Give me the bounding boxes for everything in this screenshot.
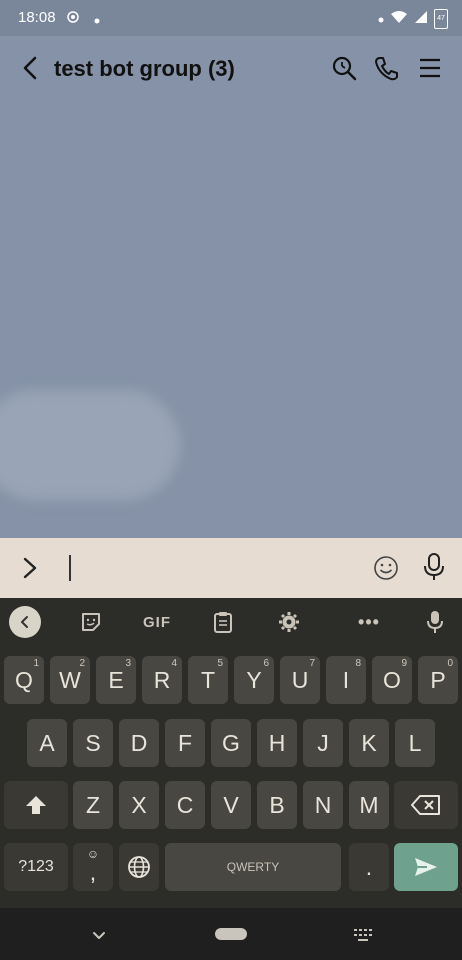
chat-message-area[interactable]: [0, 100, 462, 538]
keyboard-toolbar: GIF •••: [0, 598, 462, 646]
more-options-button[interactable]: •••: [354, 608, 384, 636]
home-pill[interactable]: [215, 928, 247, 940]
signal-icon: [414, 10, 428, 29]
language-key[interactable]: [119, 843, 159, 891]
background-cloud-decoration: [0, 390, 180, 500]
key-u[interactable]: U7: [280, 656, 320, 704]
expand-menu-icon[interactable]: [16, 554, 44, 582]
clipboard-icon[interactable]: [208, 608, 238, 636]
wifi-icon: [390, 10, 408, 29]
comma-label: ,: [89, 858, 97, 885]
search-icon[interactable]: [330, 54, 358, 82]
globe-icon: [128, 856, 150, 878]
key-p[interactable]: P0: [418, 656, 458, 704]
sticker-icon[interactable]: [76, 608, 106, 636]
key-m[interactable]: M: [349, 781, 389, 829]
backspace-key[interactable]: [394, 781, 458, 829]
shift-key[interactable]: [4, 781, 68, 829]
key-k[interactable]: K: [349, 719, 389, 767]
keyboard-switcher-icon[interactable]: [352, 924, 374, 946]
comma-key[interactable]: ☺ ,: [73, 843, 113, 891]
key-b[interactable]: B: [257, 781, 297, 829]
key-c[interactable]: C: [165, 781, 205, 829]
text-cursor: [69, 555, 71, 581]
status-bar: 18:08 47: [0, 0, 462, 36]
key-f[interactable]: F: [165, 719, 205, 767]
battery-icon: 47: [434, 9, 448, 29]
message-input[interactable]: [60, 548, 360, 588]
key-g[interactable]: G: [211, 719, 251, 767]
send-icon: [415, 858, 437, 876]
gps-icon: [66, 10, 80, 29]
key-z[interactable]: Z: [73, 781, 113, 829]
shift-icon: [26, 796, 46, 814]
send-key[interactable]: [394, 843, 458, 891]
key-q[interactable]: Q1: [4, 656, 44, 704]
key-j[interactable]: J: [303, 719, 343, 767]
key-t[interactable]: T5: [188, 656, 228, 704]
keyboard-mic-icon[interactable]: [420, 608, 450, 636]
key-l[interactable]: L: [395, 719, 435, 767]
keyboard-back-icon[interactable]: [9, 606, 41, 638]
settings-icon[interactable]: [274, 608, 304, 636]
key-n[interactable]: N: [303, 781, 343, 829]
soft-keyboard: GIF ••• Q1 W2 E3 R4 T5 Y6 U7 I8 O9 P0 A …: [0, 598, 462, 908]
key-i[interactable]: I8: [326, 656, 366, 704]
key-r[interactable]: R4: [142, 656, 182, 704]
back-arrow-icon[interactable]: [16, 54, 44, 82]
key-o[interactable]: O9: [372, 656, 412, 704]
voice-message-mic-icon[interactable]: [420, 552, 448, 582]
key-w[interactable]: W2: [50, 656, 90, 704]
space-key[interactable]: QWERTY: [165, 843, 341, 891]
notification-dot-icon: [378, 10, 384, 28]
emoji-hint-icon: ☺: [86, 847, 100, 861]
key-h[interactable]: H: [257, 719, 297, 767]
phone-icon[interactable]: [373, 54, 401, 82]
key-y[interactable]: Y6: [234, 656, 274, 704]
gif-button[interactable]: GIF: [142, 608, 172, 636]
notification-dot-icon: [94, 11, 100, 29]
key-e[interactable]: E3: [96, 656, 136, 704]
symbols-key[interactable]: ?123: [4, 843, 68, 891]
key-v[interactable]: V: [211, 781, 251, 829]
key-s[interactable]: S: [73, 719, 113, 767]
chat-header: test bot group (3): [0, 36, 462, 100]
status-time: 18:08: [18, 9, 56, 26]
menu-icon[interactable]: [416, 54, 444, 82]
key-a[interactable]: A: [27, 719, 67, 767]
key-d[interactable]: D: [119, 719, 159, 767]
period-key[interactable]: .: [349, 843, 389, 891]
backspace-icon: [411, 795, 440, 815]
hide-keyboard-chevron-icon[interactable]: [88, 924, 110, 946]
message-input-bar: [0, 538, 462, 598]
key-x[interactable]: X: [119, 781, 159, 829]
chat-title: test bot group (3): [54, 56, 235, 81]
emoji-icon[interactable]: [372, 554, 400, 582]
system-navigation-bar: [0, 908, 462, 960]
